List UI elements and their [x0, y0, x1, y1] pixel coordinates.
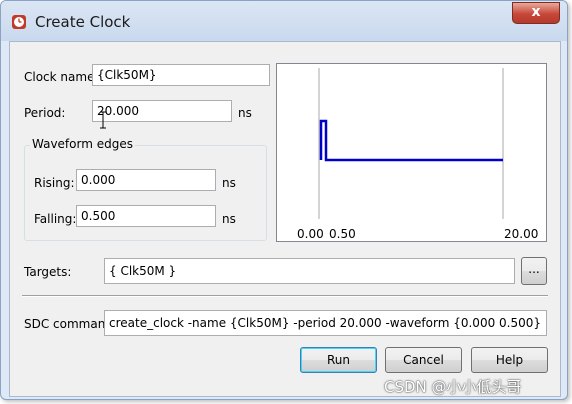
tick-label-start: 0.00 — [297, 227, 324, 241]
clock-waveform — [319, 119, 503, 162]
period-input[interactable]: 20.000 — [92, 100, 232, 122]
cancel-button[interactable]: Cancel — [385, 347, 462, 373]
period-unit: ns — [238, 106, 252, 120]
close-icon: x — [531, 4, 541, 20]
browse-targets-button[interactable]: ... — [521, 257, 547, 285]
watermark: CSDN @小小低头哥 — [384, 378, 522, 396]
create-clock-dialog: Create Clock x Clock name: {Clk50M} Peri… — [0, 0, 568, 400]
falling-label: Falling: — [34, 212, 77, 226]
waveform-plot — [318, 68, 504, 219]
waveform-edges-title: Waveform edges — [30, 137, 135, 151]
rising-unit: ns — [222, 176, 236, 190]
clock-icon — [12, 15, 26, 29]
title-bar: Create Clock x — [1, 1, 567, 41]
tick-label-period: 20.00 — [504, 227, 539, 241]
run-button[interactable]: Run — [300, 347, 377, 373]
clock-name-input[interactable]: {Clk50M} — [92, 64, 270, 86]
clock-name-label: Clock name: — [24, 70, 99, 84]
period-label: Period: — [24, 106, 66, 120]
rising-label: Rising: — [34, 176, 75, 190]
waveform-preview: 0.00 0.50 20.00 — [276, 63, 547, 242]
rising-input[interactable]: 0.000 — [76, 169, 216, 191]
targets-label: Targets: — [24, 265, 72, 279]
tick-label-fall: 0.50 — [329, 227, 356, 241]
targets-input[interactable]: { Clk50M } — [104, 258, 515, 284]
help-button[interactable]: Help — [471, 347, 548, 373]
separator — [22, 295, 548, 297]
falling-unit: ns — [222, 212, 236, 226]
sdc-command-field[interactable]: create_clock -name {Clk50M} -period 20.0… — [104, 310, 547, 336]
falling-input[interactable]: 0.500 — [76, 205, 216, 227]
close-button[interactable]: x — [512, 2, 560, 24]
text-cursor-icon — [100, 111, 106, 129]
window-title: Create Clock — [35, 13, 131, 31]
